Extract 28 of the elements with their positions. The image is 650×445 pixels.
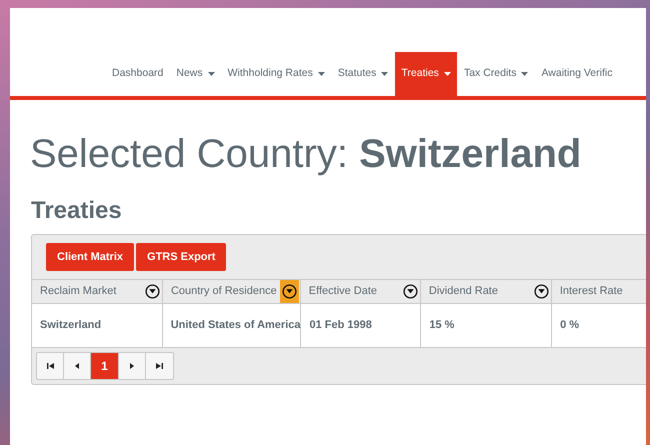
page-button[interactable]: 1 — [91, 353, 119, 379]
filter-icon[interactable] — [402, 284, 419, 300]
nav-item[interactable]: Dashboard — [106, 52, 170, 96]
first-page-icon — [45, 361, 55, 371]
filter-icon[interactable] — [280, 280, 299, 303]
nav-item[interactable]: Treaties — [395, 52, 457, 96]
table-cell: Switzerland — [32, 304, 163, 347]
column-label: Dividend Rate — [428, 284, 498, 300]
nav-item[interactable]: Awaiting Verific — [535, 52, 618, 96]
column-label: Effective Date — [308, 284, 378, 300]
filter-icon[interactable] — [534, 284, 550, 300]
page-title: Selected Country: Switzerland — [30, 131, 582, 178]
nav-item[interactable]: Statutes — [332, 52, 394, 96]
table-cell: 0 % — [552, 304, 646, 347]
last-page-icon — [154, 361, 164, 371]
nav-item[interactable]: Tax Credits — [458, 52, 534, 96]
table-cell: United States of America — [162, 304, 302, 347]
toolbar-button[interactable]: Client Matrix — [46, 243, 134, 271]
filter-icon[interactable] — [144, 284, 161, 300]
column-label: Reclaim Market — [40, 284, 116, 300]
table-cell: 15 % — [421, 304, 552, 347]
nav-item[interactable]: Withholding Rates — [222, 52, 331, 96]
column-label: Interest Rate — [560, 284, 623, 300]
column-label: Country of Residence — [170, 284, 277, 300]
section-title: Treaties — [31, 196, 123, 226]
toolbar-button[interactable]: GTRS Export — [136, 243, 226, 271]
nav-item[interactable]: News — [170, 52, 221, 96]
table-cell: 01 Feb 1998 — [301, 304, 422, 347]
